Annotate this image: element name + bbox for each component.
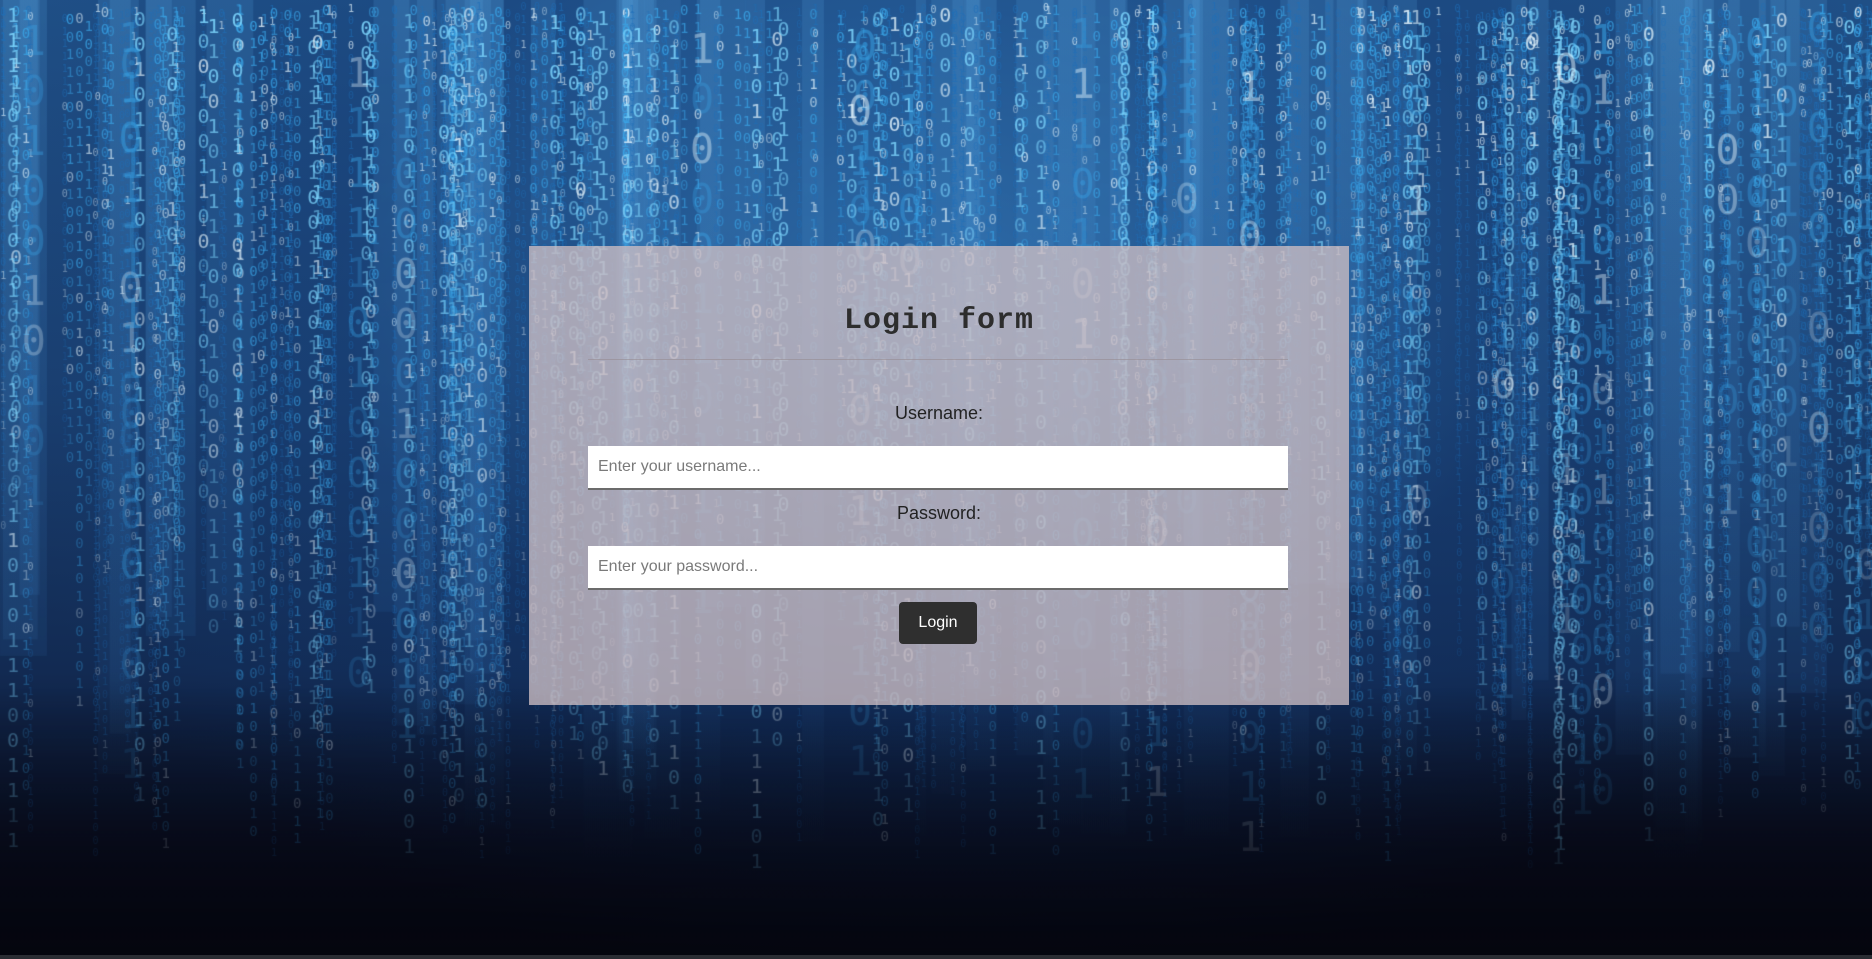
username-input[interactable] [588, 446, 1288, 490]
password-label: Password: [896, 503, 982, 523]
title-divider [588, 359, 1288, 360]
username-label: Username: [894, 403, 984, 423]
password-input[interactable] [588, 546, 1288, 590]
login-form-title: Login form [843, 304, 1035, 338]
login-page: Login form Username: Password: Login [0, 0, 1872, 959]
login-button[interactable]: Login [899, 602, 977, 644]
